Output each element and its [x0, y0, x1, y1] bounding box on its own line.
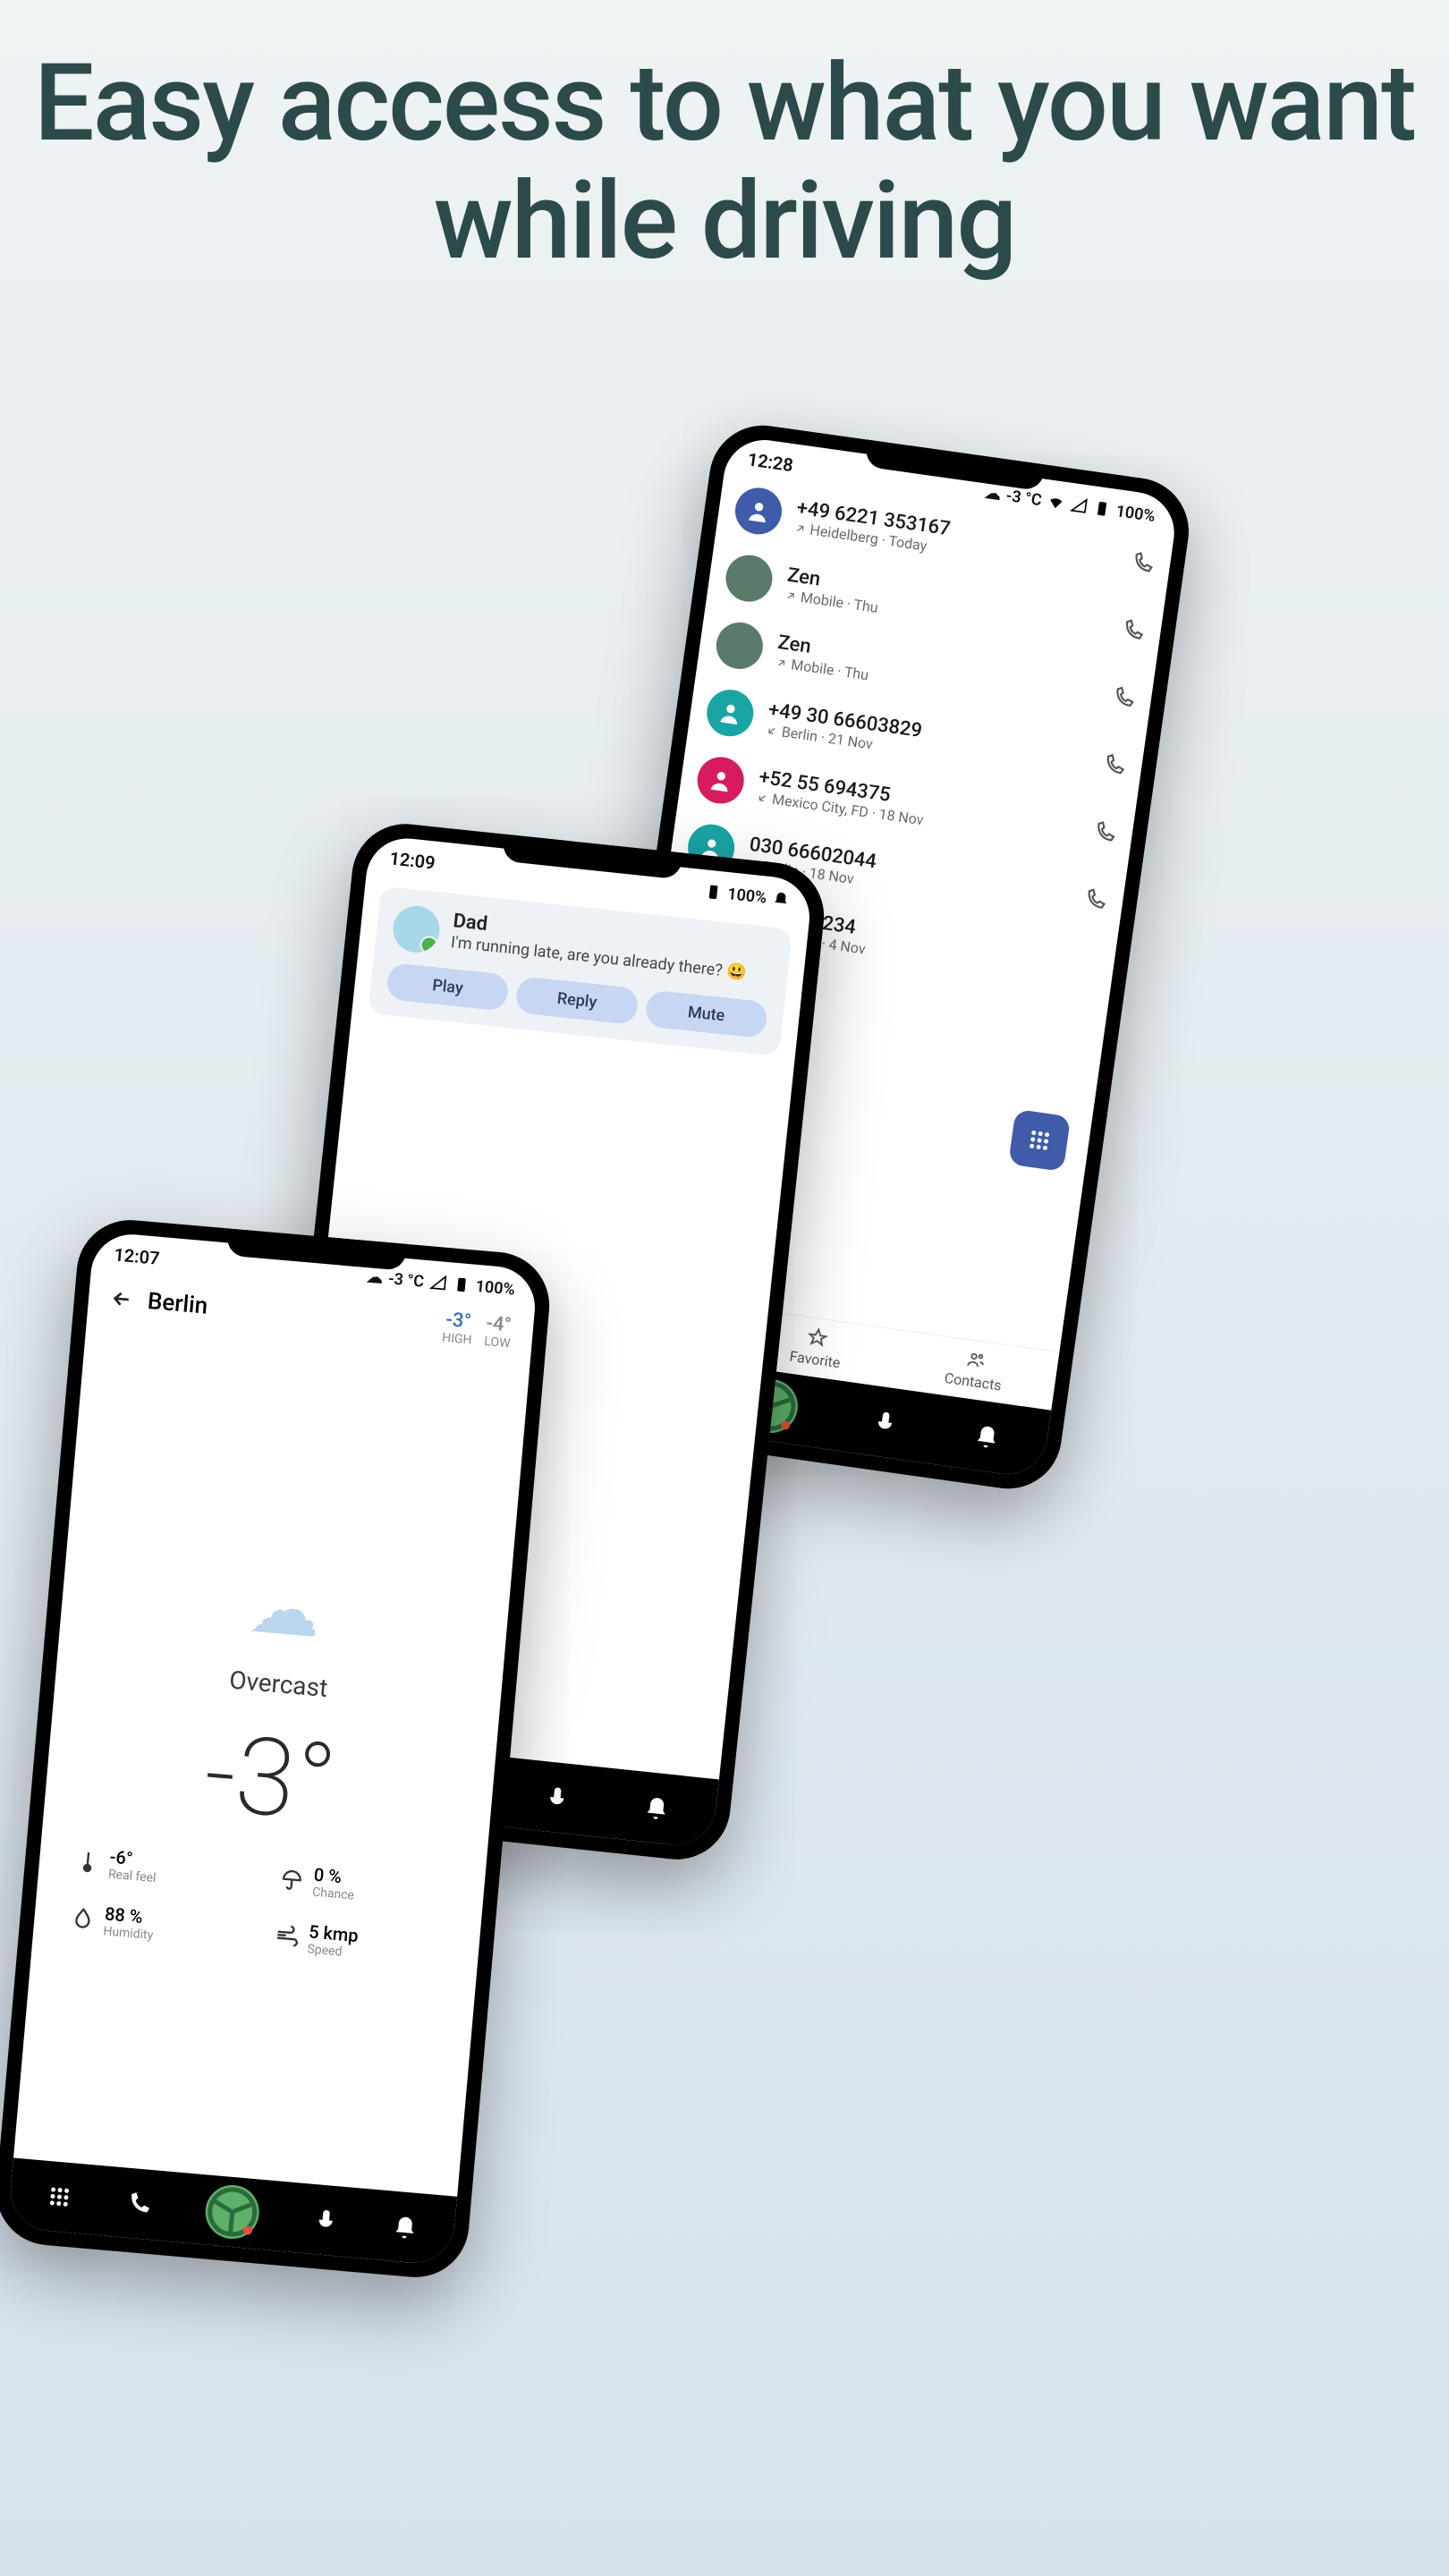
high-temp: -3°HIGH	[442, 1309, 475, 1348]
status-battery: 100%	[726, 885, 767, 907]
avatar-icon	[733, 485, 785, 538]
incoming-icon	[756, 791, 770, 805]
battery-icon	[703, 882, 723, 902]
tab-favorite[interactable]: Favorite	[789, 1325, 845, 1371]
mic-nav-icon[interactable]	[542, 1783, 572, 1812]
status-time: 12:28	[746, 448, 794, 476]
battery-icon	[452, 1275, 471, 1295]
bell-nav-icon[interactable]	[391, 2213, 420, 2242]
umbrella-icon	[278, 1866, 305, 1893]
call-button[interactable]	[1081, 886, 1108, 916]
message-card[interactable]: Dad I'm running late, are you already th…	[368, 886, 792, 1057]
bell-nav-icon[interactable]	[971, 1421, 1002, 1452]
call-button[interactable]	[1091, 819, 1118, 849]
headline: Easy access to what you want while drivi…	[0, 0, 1449, 281]
bell-nav-icon[interactable]	[642, 1793, 672, 1823]
tab-label: Contacts	[944, 1369, 1003, 1394]
incoming-icon	[765, 723, 779, 737]
back-icon[interactable]	[109, 1286, 134, 1311]
status-battery: 100%	[475, 1276, 516, 1299]
phone-nav-icon[interactable]	[124, 2190, 154, 2219]
reply-button[interactable]: Reply	[515, 976, 640, 1025]
wifi-icon	[1046, 492, 1066, 513]
avatar-photo	[723, 552, 775, 605]
battery-icon	[1092, 499, 1113, 520]
tab-contacts[interactable]: Contacts	[944, 1346, 1006, 1394]
call-button[interactable]	[1129, 550, 1156, 580]
outgoing-icon	[784, 589, 798, 603]
status-time: 12:09	[388, 847, 436, 873]
sender-avatar	[391, 903, 442, 954]
location-name: Berlin	[147, 1287, 209, 1319]
cloud-icon: ☁	[984, 483, 1003, 504]
dialpad-icon	[1024, 1125, 1055, 1156]
call-button[interactable]	[1100, 752, 1127, 782]
contacts-icon	[965, 1349, 987, 1371]
avatar-photo	[713, 620, 766, 673]
low-temp: -4°LOW	[484, 1312, 513, 1351]
dialer-fab[interactable]	[1008, 1109, 1071, 1172]
bell-icon[interactable]	[771, 889, 791, 909]
call-button[interactable]	[1119, 617, 1146, 647]
outgoing-icon	[793, 521, 808, 536]
signal-icon	[1069, 496, 1089, 516]
avatar-icon	[694, 754, 747, 807]
outgoing-icon	[775, 656, 789, 670]
condition-text: Overcast	[228, 1665, 329, 1703]
status-temp: -3 °C	[387, 1269, 425, 1291]
weather-cloud-icon: ☁	[246, 1564, 325, 1655]
status-battery: 100%	[1114, 502, 1157, 526]
metric-humidity: 88 %Humidity	[69, 1900, 241, 1950]
map-icon	[203, 2183, 261, 2241]
phone-weather: 12:07 ☁ -3 °C 100% Berlin -3°HIGH -4°LOW…	[0, 1216, 554, 2282]
metric-speed: 5 kmpSpeed	[273, 1918, 445, 1968]
droplet-icon	[69, 1905, 96, 1932]
nav-map-button[interactable]	[203, 2183, 261, 2241]
call-button[interactable]	[1110, 685, 1137, 715]
avatar-icon	[704, 687, 757, 740]
tab-label: Favorite	[789, 1348, 842, 1372]
mic-nav-icon[interactable]	[870, 1407, 901, 1437]
main-temperature: -3°	[199, 1711, 341, 1847]
apps-nav-icon[interactable]	[45, 2182, 74, 2212]
cloud-icon: ☁	[366, 1267, 384, 1287]
metric-realfeel: -6°Real feel	[74, 1843, 246, 1893]
thermometer-icon	[74, 1848, 101, 1875]
wind-icon	[274, 1923, 301, 1950]
play-button[interactable]: Play	[386, 962, 510, 1012]
status-time: 12:07	[113, 1243, 160, 1268]
mute-button[interactable]: Mute	[644, 989, 768, 1038]
star-icon	[807, 1326, 829, 1349]
status-temp: -3 °C	[1004, 486, 1043, 509]
signal-icon	[428, 1273, 448, 1292]
metric-chance: 0 %Chance	[278, 1860, 450, 1911]
mic-nav-icon[interactable]	[311, 2206, 341, 2235]
